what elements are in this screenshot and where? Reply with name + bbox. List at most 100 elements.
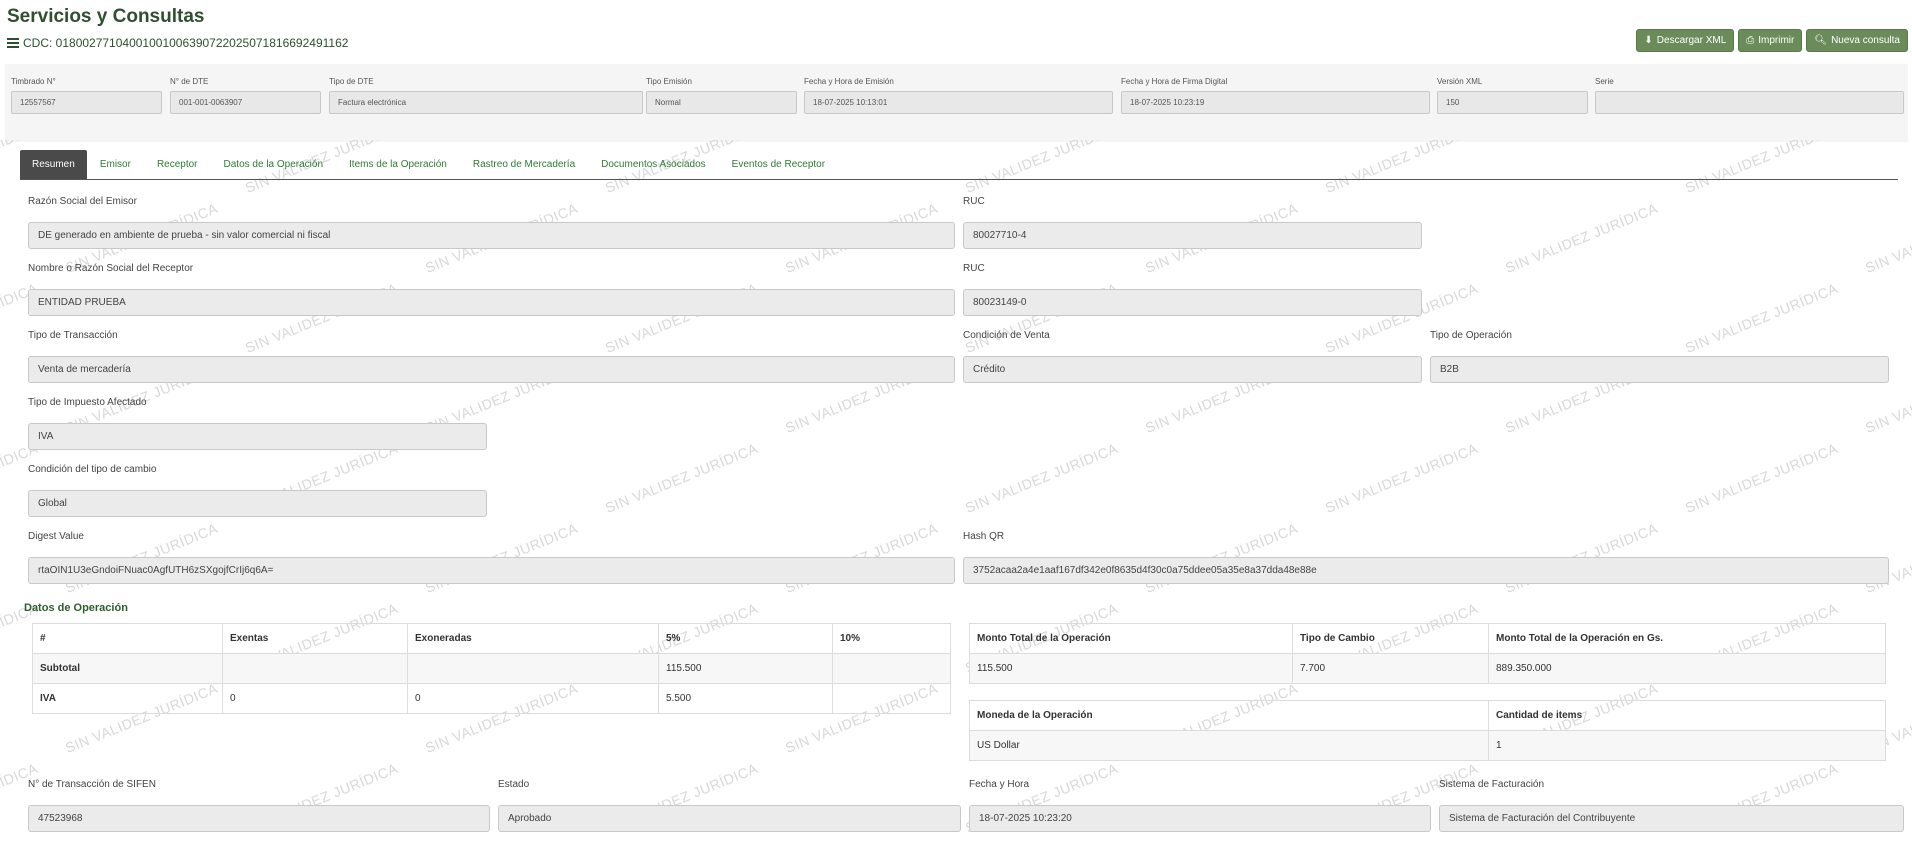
field-label: Digest Value — [28, 531, 84, 542]
watermark-text: SIN VALIDEZ JURÍDICA — [1322, 440, 1481, 516]
tab-eventos-receptor[interactable]: Eventos de Receptor — [719, 150, 838, 178]
tab-items-operacion[interactable]: Items de la Operación — [336, 150, 460, 178]
field-label: Hash QR — [963, 531, 1005, 542]
tab-documentos-asociados[interactable]: Documentos Asociados — [588, 150, 719, 178]
field-fecha-hora: Fecha y Hora 18-07-2025 10:23:20 — [969, 779, 1431, 832]
download-xml-button[interactable]: ⬇ Descargar XML — [1636, 29, 1735, 52]
table-header: Cantidad de items — [1488, 700, 1886, 731]
field-estado: Estado Aprobado — [498, 779, 961, 832]
page-title: Servicios y Consultas — [7, 6, 205, 27]
field-label: RUC — [963, 263, 985, 274]
table-cell — [832, 683, 951, 714]
print-label: Imprimir — [1758, 35, 1795, 46]
watermark-text: SIN VALIDEZ JURÍDICA — [1682, 440, 1841, 516]
header-field-version-xml: Versión XML 150 — [1437, 77, 1588, 114]
field-value[interactable]: ENTIDAD PRUEBA — [28, 289, 955, 316]
tab-bar: Resumen Emisor Receptor Datos de la Oper… — [20, 150, 1898, 180]
search-icon: 🔍︎ — [1814, 35, 1828, 46]
list-icon — [7, 38, 19, 48]
section-title-datos-operacion: Datos de Operación — [24, 602, 128, 614]
watermark-text: SIN VALIDEZ JURÍDICA — [1862, 200, 1912, 276]
table-cell: 115.500 — [658, 653, 833, 684]
table-cell: 5.500 — [658, 683, 833, 714]
cdc-label: CDC: 01800277104001001006390722025071816… — [23, 36, 349, 50]
header-field-value[interactable]: 001-001-0063907 — [170, 91, 321, 114]
header-field-tipo-emision: Tipo Emisión Normal — [646, 77, 797, 114]
header-field-value[interactable]: 150 — [1437, 91, 1588, 114]
field-value[interactable]: Global — [28, 490, 487, 517]
field-value[interactable]: 47523968 — [28, 805, 490, 832]
tab-receptor[interactable]: Receptor — [144, 150, 211, 178]
header-field-value[interactable]: Normal — [646, 91, 797, 114]
header-field-dte: N° de DTE 001-001-0063907 — [170, 77, 321, 114]
header-field-tipo-dte: Tipo de DTE Factura electrónica — [329, 77, 643, 114]
tab-datos-operacion[interactable]: Datos de la Operación — [211, 150, 337, 178]
field-label: Sistema de Facturación — [1439, 779, 1545, 790]
table-header: 5% — [658, 623, 833, 654]
table-cell: 889.350.000 — [1488, 653, 1886, 684]
table-header-row: Moneda de la Operación Cantidad de items — [969, 700, 1886, 731]
header-field-label: Versión XML — [1437, 77, 1483, 86]
field-value[interactable]: 80023149-0 — [963, 289, 1422, 316]
header-field-label: Fecha y Hora de Firma Digital — [1121, 77, 1228, 86]
new-query-button[interactable]: 🔍︎ Nueva consulta — [1806, 29, 1908, 52]
watermark-text: SIN VALIDEZ JURÍDICA — [602, 440, 761, 516]
header-field-serie: Serie — [1595, 77, 1904, 114]
table-header-row: # Exentas Exoneradas 5% 10% — [32, 623, 951, 654]
table-row: 115.500 7.700 889.350.000 — [969, 653, 1886, 684]
field-tipo-impuesto: Tipo de Impuesto Afectado IVA — [28, 397, 487, 450]
header-panel: Timbrado N° 12557567 N° de DTE 001-001-0… — [5, 64, 1908, 142]
print-button[interactable]: ⎙ Imprimir — [1738, 29, 1803, 52]
field-transaccion-sifen: N° de Transacción de SIFEN 47523968 — [28, 779, 490, 832]
field-sistema-facturacion: Sistema de Facturación Sistema de Factur… — [1439, 779, 1904, 832]
header-field-fecha-emision: Fecha y Hora de Emisión 18-07-2025 10:13… — [804, 77, 1113, 114]
field-label: Nombre o Razón Social del Receptor — [28, 263, 194, 274]
header-field-value[interactable]: 18-07-2025 10:13:01 — [804, 91, 1113, 114]
field-label: Tipo de Operación — [1430, 330, 1512, 341]
header-field-timbrado: Timbrado N° 12557567 — [11, 77, 162, 114]
header-field-label: Serie — [1595, 77, 1614, 86]
field-value[interactable]: 18-07-2025 10:23:20 — [969, 805, 1431, 832]
field-label: RUC — [963, 196, 985, 207]
header-field-value[interactable]: 12557567 — [11, 91, 162, 114]
table-header: # — [32, 623, 223, 654]
field-hash-qr: Hash QR 3752acaa2a4e1aaf167df342e0f8635d… — [963, 531, 1889, 584]
header-field-label: Timbrado N° — [11, 77, 56, 86]
download-xml-label: Descargar XML — [1656, 35, 1727, 46]
field-value[interactable]: 80027710-4 — [963, 222, 1422, 249]
field-value[interactable]: 3752acaa2a4e1aaf167df342e0f8635d4f30c0a7… — [963, 557, 1889, 584]
field-label: Condición del tipo de cambio — [28, 464, 157, 475]
header-field-value[interactable]: 18-07-2025 10:23:19 — [1121, 91, 1430, 114]
field-label: N° de Transacción de SIFEN — [28, 779, 156, 790]
field-value[interactable]: Crédito — [963, 356, 1422, 383]
table-header: Exoneradas — [407, 623, 659, 654]
field-value[interactable]: Sistema de Facturación del Contribuyente — [1439, 805, 1904, 832]
field-value[interactable]: Venta de mercadería — [28, 356, 955, 383]
field-label: Fecha y Hora — [969, 779, 1030, 790]
table-cell: US Dollar — [969, 730, 1489, 761]
watermark-text: SIN VALIDEZ JURÍDICA — [962, 440, 1121, 516]
field-condicion-venta: Condición de Venta Crédito — [963, 330, 1422, 383]
field-value[interactable]: DE generado en ambiente de prueba - sin … — [28, 222, 955, 249]
field-label: Tipo de Impuesto Afectado — [28, 397, 147, 408]
header-field-label: Tipo Emisión — [646, 77, 692, 86]
print-icon: ⎙ — [1746, 35, 1755, 46]
table-header: Tipo de Cambio — [1292, 623, 1489, 654]
currency-table: Moneda de la Operación Cantidad de items… — [969, 700, 1886, 761]
tab-rastreo-mercaderia[interactable]: Rastreo de Mercadería — [460, 150, 588, 178]
field-nombre-receptor: Nombre o Razón Social del Receptor ENTID… — [28, 263, 955, 316]
header-field-value[interactable] — [1595, 91, 1904, 114]
field-value[interactable]: IVA — [28, 423, 487, 450]
header-field-label: N° de DTE — [170, 77, 209, 86]
totals-table: Monto Total de la Operación Tipo de Camb… — [969, 623, 1886, 684]
header-field-value[interactable]: Factura electrónica — [329, 91, 643, 114]
field-ruc-emisor: RUC 80027710-4 — [963, 196, 1422, 249]
field-value[interactable]: B2B — [1430, 356, 1889, 383]
field-value[interactable]: rtaOIN1U3eGndoiFNuac0AgfUTH6zSXgojfCrIj6… — [28, 557, 955, 584]
tab-emisor[interactable]: Emisor — [87, 150, 144, 178]
field-value[interactable]: Aprobado — [498, 805, 961, 832]
field-label: Condición de Venta — [963, 330, 1050, 341]
field-condicion-cambio: Condición del tipo de cambio Global — [28, 464, 487, 517]
field-label: Razón Social del Emisor — [28, 196, 137, 207]
tab-resumen[interactable]: Resumen — [20, 150, 87, 179]
